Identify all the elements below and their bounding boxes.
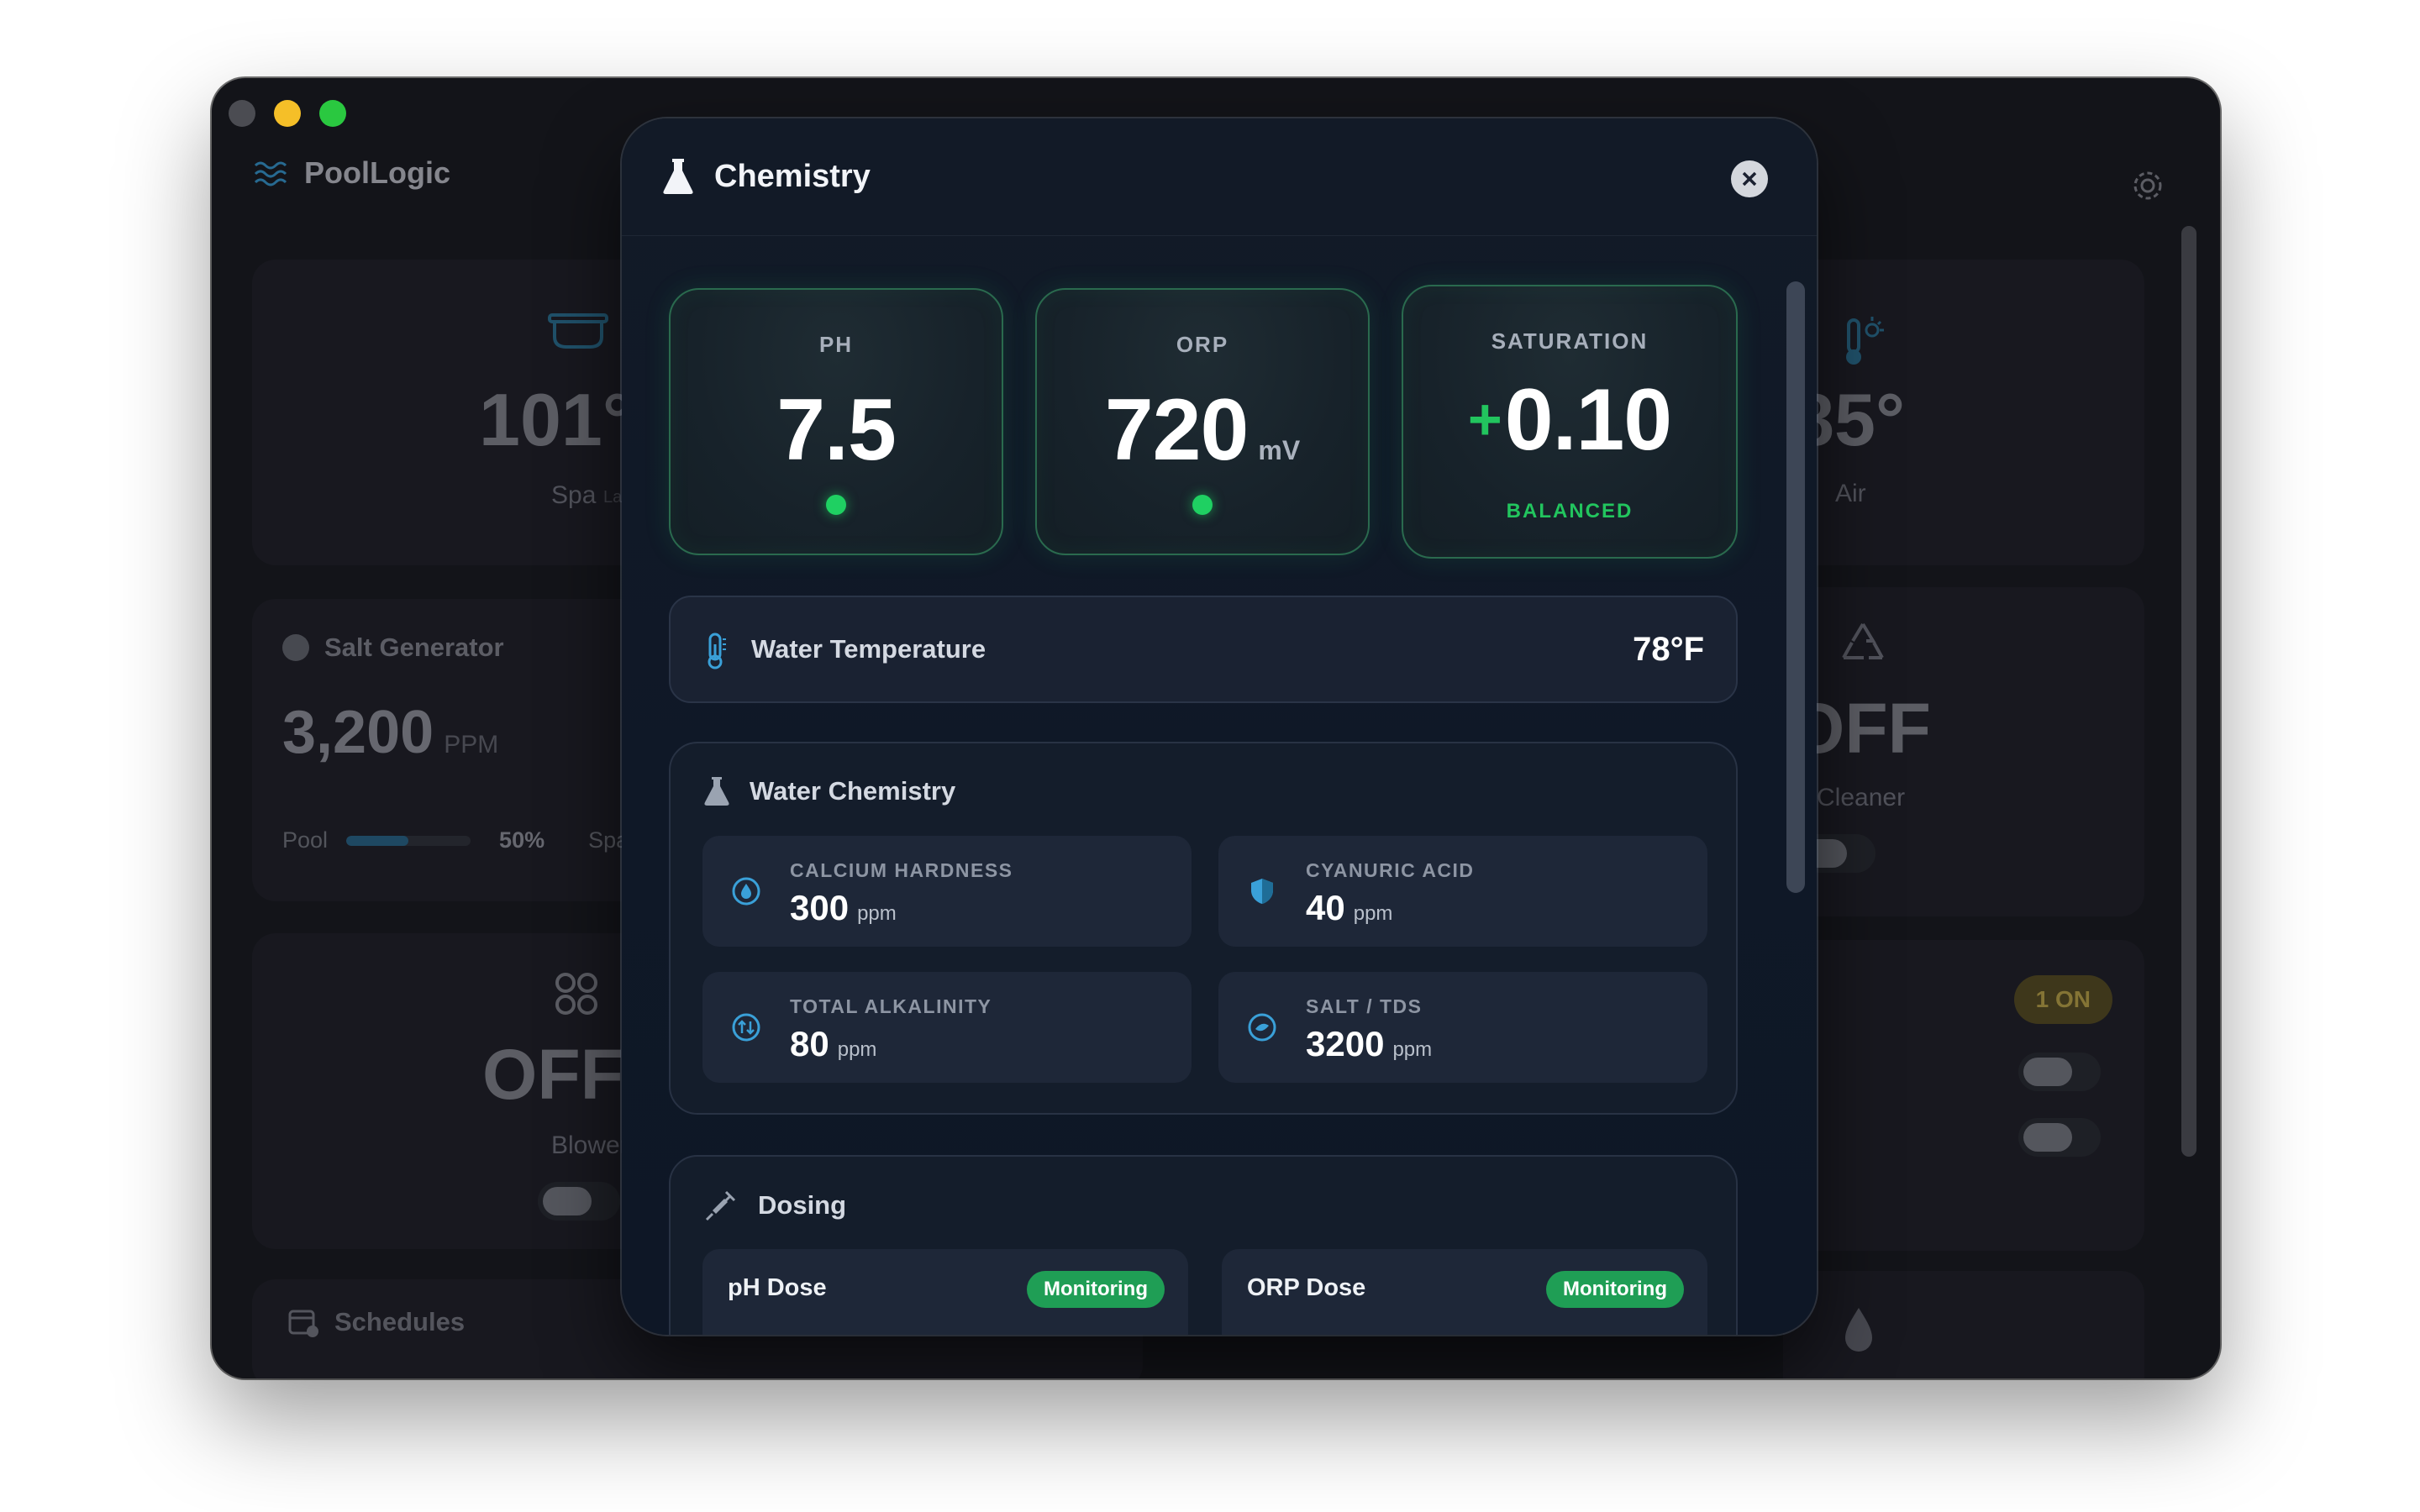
dosing-panel: Dosing pH Dose Monitoring ORP Dose Monit… bbox=[669, 1155, 1738, 1335]
calcium-hardness-tile[interactable]: CALCIUM HARDNESS 300 ppm bbox=[702, 836, 1192, 947]
drop-icon bbox=[732, 877, 760, 906]
thermometer-icon bbox=[708, 633, 726, 669]
modal-header: Chemistry bbox=[622, 118, 1817, 236]
saturation-status: BALANCED bbox=[1506, 500, 1634, 522]
chemistry-grid: CALCIUM HARDNESS 300 ppm CYANURIC ACID 40… bbox=[702, 836, 1707, 1083]
saturation-sign: + bbox=[1467, 386, 1502, 452]
orp-dose-status-badge: Monitoring bbox=[1546, 1271, 1684, 1308]
orp-status-dot bbox=[1192, 495, 1213, 515]
syringe-icon bbox=[705, 1190, 736, 1221]
close-button[interactable] bbox=[1731, 160, 1768, 197]
ph-value: 7.5 bbox=[776, 381, 897, 479]
orp-dose-tile[interactable]: ORP Dose Monitoring bbox=[1222, 1249, 1707, 1335]
dosing-title: Dosing bbox=[704, 1189, 846, 1222]
flask-icon bbox=[704, 777, 729, 806]
water-temperature-label: Water Temperature bbox=[751, 634, 986, 664]
close-icon bbox=[1742, 171, 1757, 186]
orp-unit: mV bbox=[1258, 435, 1301, 465]
ph-label: PH bbox=[818, 332, 854, 357]
saturation-value: +0.10 bbox=[1467, 371, 1672, 469]
window-close-button[interactable] bbox=[229, 100, 255, 127]
total-alkalinity-tile[interactable]: TOTAL ALKALINITY 80 ppm bbox=[702, 972, 1192, 1083]
chemistry-modal: Chemistry PH 7.5 ORP 720 mV SATURATION +0… bbox=[622, 118, 1817, 1335]
orp-card[interactable]: ORP 720 mV bbox=[1035, 288, 1370, 555]
ph-dose-status-badge: Monitoring bbox=[1027, 1271, 1165, 1308]
saturation-label: SATURATION bbox=[1491, 328, 1649, 354]
window-maximize-button[interactable] bbox=[319, 100, 346, 127]
window-controls bbox=[229, 100, 346, 127]
water-temperature-row[interactable]: Water Temperature 78°F bbox=[669, 596, 1738, 703]
water-chemistry-panel: Water Chemistry CALCIUM HARDNESS 300ppm bbox=[669, 742, 1738, 1115]
salt-icon bbox=[1248, 1013, 1276, 1042]
ph-status-dot bbox=[826, 495, 846, 515]
ph-card[interactable]: PH 7.5 bbox=[669, 288, 1003, 555]
flask-icon bbox=[663, 159, 693, 194]
water-chemistry-title: Water Chemistry bbox=[704, 775, 955, 807]
orp-label: ORP bbox=[1176, 332, 1229, 357]
window-minimize-button[interactable] bbox=[274, 100, 301, 127]
shield-icon bbox=[1251, 879, 1273, 904]
modal-scrollbar[interactable] bbox=[1786, 281, 1805, 893]
saturation-card[interactable]: SATURATION +0.10 BALANCED bbox=[1402, 285, 1738, 559]
cyanuric-acid-tile[interactable]: CYANURIC ACID 40 ppm bbox=[1218, 836, 1707, 947]
water-temperature-value: 78°F bbox=[1633, 631, 1704, 668]
app-window: PoolLogic 101° Spa Last Salt Generator 3… bbox=[212, 78, 2220, 1378]
dosing-grid: pH Dose Monitoring ORP Dose Monitoring bbox=[702, 1249, 1707, 1335]
ph-dose-tile[interactable]: pH Dose Monitoring bbox=[702, 1249, 1188, 1335]
modal-title: Chemistry bbox=[662, 157, 871, 196]
arrows-icon bbox=[732, 1013, 760, 1042]
orp-value: 720 mV bbox=[1104, 381, 1301, 479]
salt-tds-tile[interactable]: SALT / TDS 3200 ppm bbox=[1218, 972, 1707, 1083]
